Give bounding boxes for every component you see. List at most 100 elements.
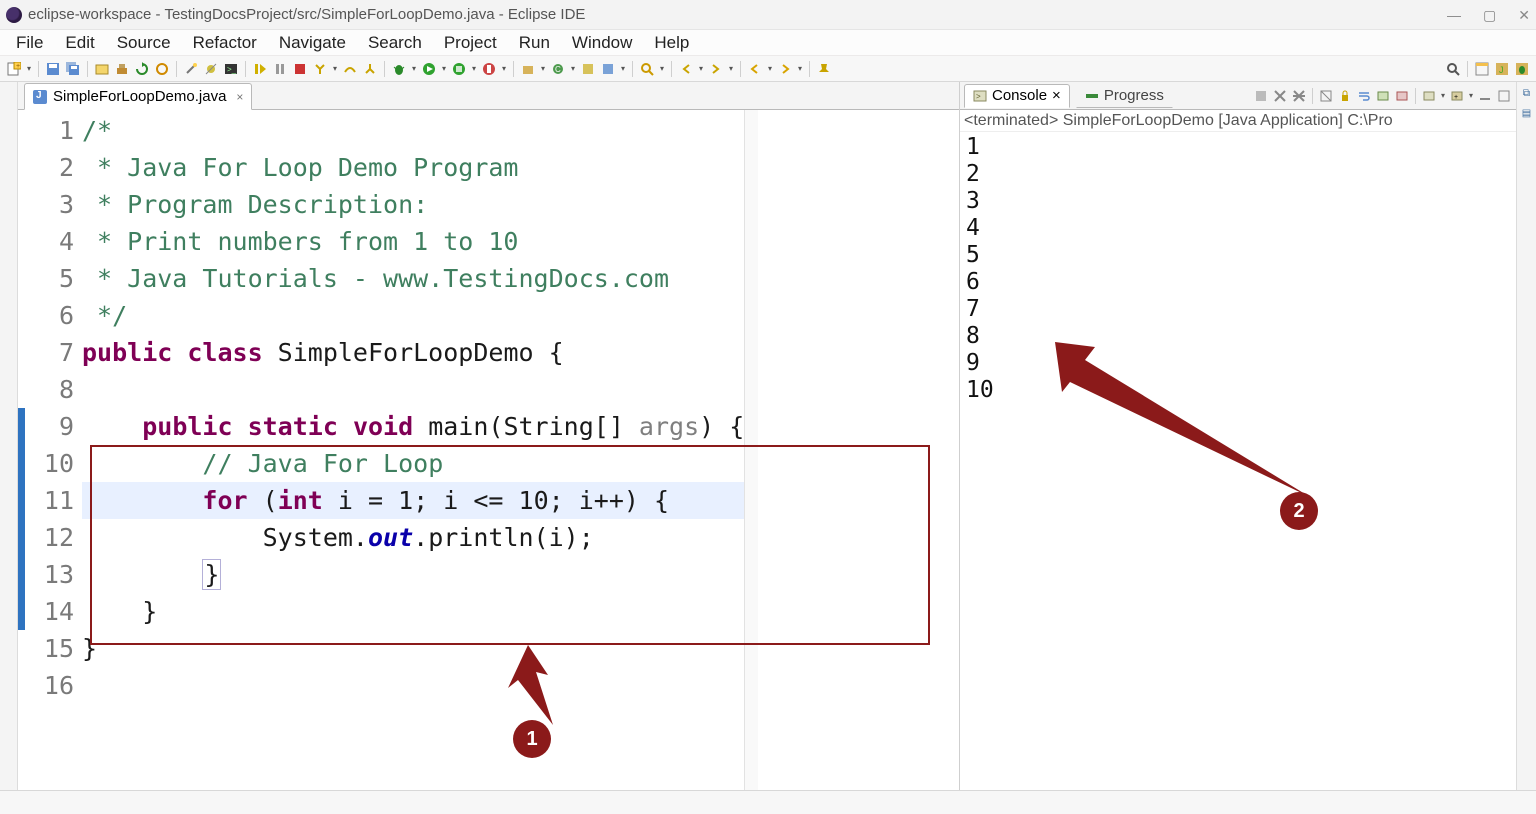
debug-perspective-icon[interactable] (1514, 61, 1530, 77)
menu-run[interactable]: Run (509, 31, 560, 55)
word-wrap-icon[interactable] (1356, 88, 1372, 104)
menu-source[interactable]: Source (107, 31, 181, 55)
scroll-lock-icon[interactable] (1337, 88, 1353, 104)
menu-search[interactable]: Search (358, 31, 432, 55)
step-over-icon[interactable] (342, 61, 358, 77)
new-pkg-icon[interactable] (520, 61, 536, 77)
code-line[interactable]: */ (82, 297, 744, 334)
dropdown-icon[interactable]: ▾ (411, 61, 417, 77)
prev-annot-icon[interactable] (678, 61, 694, 77)
clear-console-icon[interactable] (1318, 88, 1334, 104)
search-icon[interactable] (639, 61, 655, 77)
dropdown-icon[interactable]: ▾ (570, 61, 576, 77)
new-icon[interactable]: + (6, 61, 22, 77)
save-icon[interactable] (45, 61, 61, 77)
forward-icon[interactable] (777, 61, 793, 77)
code-line[interactable]: } (82, 630, 744, 667)
open-perspective-icon[interactable] (1474, 61, 1490, 77)
close-icon[interactable]: × (1052, 87, 1061, 104)
dropdown-icon[interactable]: ▾ (441, 61, 447, 77)
dropdown-icon[interactable]: ▾ (797, 61, 803, 77)
step-return-icon[interactable] (362, 61, 378, 77)
terminate-icon[interactable] (1253, 88, 1269, 104)
display-console-icon[interactable]: + (1449, 88, 1465, 104)
maximize-button[interactable]: ▢ (1483, 0, 1496, 30)
code-line[interactable]: for (int i = 1; i <= 10; i++) { (82, 482, 744, 519)
code-line[interactable] (82, 667, 744, 704)
editor-tab[interactable]: SimpleForLoopDemo.java × (24, 83, 252, 110)
code-line[interactable] (82, 371, 744, 408)
skip-brk-icon[interactable] (203, 61, 219, 77)
close-icon[interactable]: × (236, 90, 243, 104)
remove-all-icon[interactable] (1291, 88, 1307, 104)
run-icon[interactable] (421, 61, 437, 77)
new-jsp-icon[interactable] (600, 61, 616, 77)
sync-icon[interactable] (154, 61, 170, 77)
code-area[interactable]: /* * Java For Loop Demo Program * Progra… (82, 110, 744, 790)
menu-navigate[interactable]: Navigate (269, 31, 356, 55)
back-icon[interactable] (747, 61, 763, 77)
code-line[interactable]: public class SimpleForLoopDemo { (82, 334, 744, 371)
minimize-button[interactable]: — (1447, 0, 1461, 30)
menu-help[interactable]: Help (644, 31, 699, 55)
next-annot-icon[interactable] (708, 61, 724, 77)
code-line[interactable]: /* (82, 112, 744, 149)
pin-console-icon[interactable] (1421, 88, 1437, 104)
coverage-icon[interactable] (451, 61, 467, 77)
show-console-on-out-icon[interactable] (1375, 88, 1391, 104)
dropdown-icon[interactable]: ▾ (501, 61, 507, 77)
console-tab[interactable]: > Console × (964, 84, 1070, 108)
dropdown-icon[interactable]: ▾ (728, 61, 734, 77)
code-line[interactable]: public static void main(String[] args) { (82, 408, 744, 445)
close-button[interactable]: ✕ (1518, 0, 1530, 30)
code-line[interactable]: // Java For Loop (82, 445, 744, 482)
restore-view-icon[interactable]: ⧉ (1520, 86, 1534, 100)
code-line[interactable]: * Java For Loop Demo Program (82, 149, 744, 186)
step-suspend-icon[interactable] (272, 61, 288, 77)
refresh-icon[interactable] (134, 61, 150, 77)
step-resume-icon[interactable] (252, 61, 268, 77)
code-line[interactable]: } (82, 593, 744, 630)
terminal-icon[interactable]: >_ (223, 61, 239, 77)
outline-view-icon[interactable]: ▤ (1520, 106, 1534, 120)
dropdown-icon[interactable]: ▾ (767, 61, 773, 77)
dropdown-icon[interactable]: ▾ (698, 61, 704, 77)
code-line[interactable]: * Program Description: (82, 186, 744, 223)
console-output[interactable]: 1 2 3 4 5 6 7 8 9 10 (960, 132, 1516, 790)
dropdown-icon[interactable]: ▾ (1468, 88, 1474, 104)
menu-project[interactable]: Project (434, 31, 507, 55)
open-type-icon[interactable] (94, 61, 110, 77)
new-class-icon[interactable]: C (550, 61, 566, 77)
java-perspective-icon[interactable]: J (1494, 61, 1510, 77)
code-line[interactable]: System.out.println(i); (82, 519, 744, 556)
step-stop-icon[interactable] (292, 61, 308, 77)
dropdown-icon[interactable]: ▾ (620, 61, 626, 77)
ext-tools-icon[interactable] (481, 61, 497, 77)
menu-edit[interactable]: Edit (55, 31, 104, 55)
save-all-icon[interactable] (65, 61, 81, 77)
code-line[interactable]: * Print numbers from 1 to 10 (82, 223, 744, 260)
build-icon[interactable] (114, 61, 130, 77)
dropdown-icon[interactable]: ▾ (540, 61, 546, 77)
dropdown-icon[interactable]: ▾ (471, 61, 477, 77)
wand-icon[interactable] (183, 61, 199, 77)
minimize-view-icon[interactable] (1477, 88, 1493, 104)
debug-icon[interactable] (391, 61, 407, 77)
dropdown-icon[interactable]: ▾ (26, 61, 32, 77)
progress-tab[interactable]: Progress (1076, 84, 1173, 108)
code-line[interactable]: } (82, 556, 744, 593)
dropdown-icon[interactable]: ▾ (659, 61, 665, 77)
new-servlet-icon[interactable] (580, 61, 596, 77)
quick-access-icon[interactable] (1445, 61, 1461, 77)
maximize-view-icon[interactable] (1496, 88, 1512, 104)
editor-body[interactable]: 12345678910111213141516 /* * Java For Lo… (18, 110, 959, 790)
menu-file[interactable]: File (6, 31, 53, 55)
menu-refactor[interactable]: Refactor (183, 31, 267, 55)
code-line[interactable]: * Java Tutorials - www.TestingDocs.com (82, 260, 744, 297)
dropdown-icon[interactable]: ▾ (1440, 88, 1446, 104)
pin-icon[interactable] (816, 61, 832, 77)
step-into-icon[interactable] (312, 61, 328, 77)
show-console-on-err-icon[interactable] (1394, 88, 1410, 104)
menu-window[interactable]: Window (562, 31, 642, 55)
dropdown-icon[interactable]: ▾ (332, 61, 338, 77)
